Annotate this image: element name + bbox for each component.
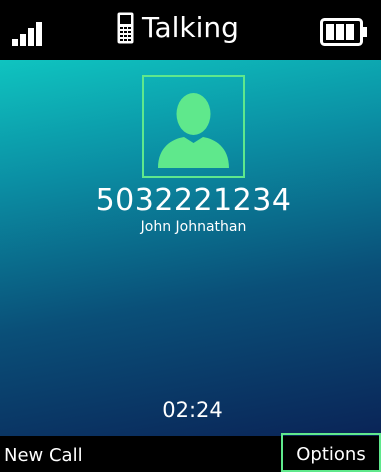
- caller-name: John Johnathan: [140, 219, 247, 235]
- contact-avatar: [142, 75, 245, 178]
- battery-icon: [320, 18, 367, 46]
- contact-silhouette-icon: [158, 93, 229, 168]
- phone-screen: Talking 5032221234 John Johnathan 02:24 …: [0, 0, 381, 472]
- options-softkey[interactable]: Options: [281, 433, 381, 472]
- caller-number: 5032221234: [95, 183, 292, 218]
- status-bar: Talking: [0, 0, 381, 60]
- call-duration-timer: 02:24: [162, 398, 223, 422]
- signal-strength-icon: [12, 22, 42, 46]
- handset-icon: [117, 12, 134, 44]
- softkey-bar: New Call Options: [0, 433, 381, 472]
- active-call-panel: 5032221234 John Johnathan 02:24: [0, 60, 381, 436]
- call-status-title: Talking: [142, 11, 239, 44]
- new-call-softkey[interactable]: New Call: [4, 444, 83, 468]
